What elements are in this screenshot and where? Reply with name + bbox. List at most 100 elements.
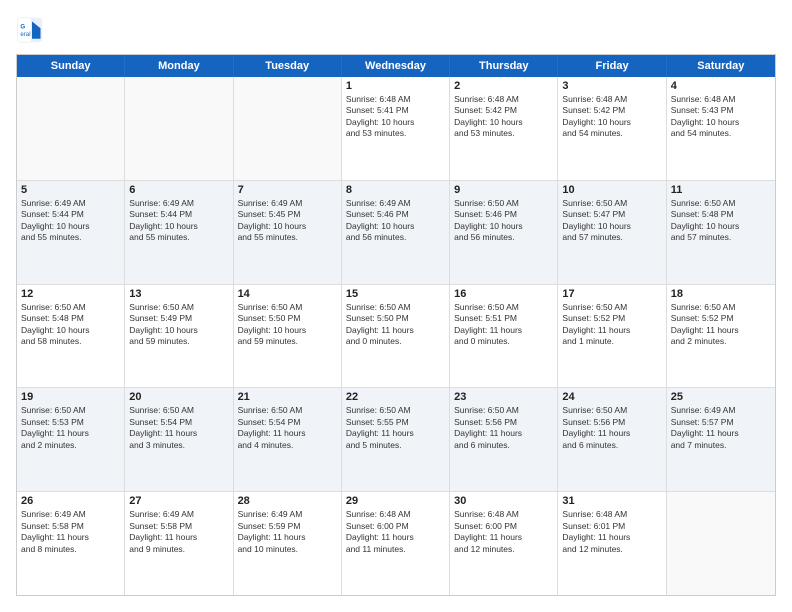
day-number: 8 xyxy=(346,184,445,196)
day-number: 25 xyxy=(671,391,771,403)
calendar-day-6: 6 Sunrise: 6:49 AM Sunset: 5:44 PM Daylig… xyxy=(125,181,233,284)
day-info: Sunrise: 6:50 AM Sunset: 5:56 PM Dayligh… xyxy=(562,405,661,451)
calendar-day-1: 1 Sunrise: 6:48 AM Sunset: 5:41 PM Daylig… xyxy=(342,77,450,180)
day-info: Sunrise: 6:50 AM Sunset: 5:52 PM Dayligh… xyxy=(562,302,661,348)
day-number: 28 xyxy=(238,495,337,507)
day-number: 16 xyxy=(454,288,553,300)
calendar-day-16: 16 Sunrise: 6:50 AM Sunset: 5:51 PM Dayli… xyxy=(450,285,558,388)
day-info: Sunrise: 6:50 AM Sunset: 5:49 PM Dayligh… xyxy=(129,302,228,348)
calendar-day-3: 3Sunrise: 6:48 AM Sunset: 5:42 PM Daylig… xyxy=(558,77,666,180)
svg-text:eral: eral xyxy=(20,31,30,38)
day-header-wednesday: Wednesday xyxy=(342,55,450,77)
day-number: 27 xyxy=(129,495,228,507)
day-number: 19 xyxy=(21,391,120,403)
day-info: Sunrise: 6:48 AM Sunset: 5:41 PM Dayligh… xyxy=(346,94,445,140)
day-info: Sunrise: 6:49 AM Sunset: 5:58 PM Dayligh… xyxy=(129,509,228,555)
day-number: 15 xyxy=(346,288,445,300)
day-number: 6 xyxy=(129,184,228,196)
day-number: 20 xyxy=(129,391,228,403)
day-number: 18 xyxy=(671,288,771,300)
calendar-row: 26 Sunrise: 6:49 AM Sunset: 5:58 PM Dayli… xyxy=(17,492,775,595)
day-number: 29 xyxy=(346,495,445,507)
day-number: 3 xyxy=(562,80,661,92)
day-info: Sunrise: 6:48 AM Sunset: 6:00 PM Dayligh… xyxy=(346,509,445,555)
day-number: 22 xyxy=(346,391,445,403)
day-info: Sunrise: 6:50 AM Sunset: 5:48 PM Dayligh… xyxy=(21,302,120,348)
logo: G eral xyxy=(16,16,48,44)
day-header-saturday: Saturday xyxy=(667,55,775,77)
day-info: Sunrise: 6:49 AM Sunset: 5:58 PM Dayligh… xyxy=(21,509,120,555)
day-header-tuesday: Tuesday xyxy=(234,55,342,77)
calendar-day-18: 18Sunrise: 6:50 AM Sunset: 5:52 PM Dayli… xyxy=(667,285,775,388)
day-info: Sunrise: 6:48 AM Sunset: 5:43 PM Dayligh… xyxy=(671,94,771,140)
day-number: 24 xyxy=(562,391,661,403)
day-number: 26 xyxy=(21,495,120,507)
day-info: Sunrise: 6:50 AM Sunset: 5:54 PM Dayligh… xyxy=(238,405,337,451)
day-info: Sunrise: 6:49 AM Sunset: 5:46 PM Dayligh… xyxy=(346,198,445,244)
calendar-day-30: 30 Sunrise: 6:48 AM Sunset: 6:00 PM Dayli… xyxy=(450,492,558,595)
day-header-sunday: Sunday xyxy=(17,55,125,77)
day-number: 1 xyxy=(346,80,445,92)
day-header-monday: Monday xyxy=(125,55,233,77)
calendar-day-26: 26 Sunrise: 6:49 AM Sunset: 5:58 PM Dayli… xyxy=(17,492,125,595)
logo-icon: G eral xyxy=(16,16,44,44)
calendar-day-14: 14Sunrise: 6:50 AM Sunset: 5:50 PM Dayli… xyxy=(234,285,342,388)
day-info: Sunrise: 6:49 AM Sunset: 5:45 PM Dayligh… xyxy=(238,198,337,244)
day-info: Sunrise: 6:49 AM Sunset: 5:59 PM Dayligh… xyxy=(238,509,337,555)
day-info: Sunrise: 6:50 AM Sunset: 5:50 PM Dayligh… xyxy=(238,302,337,348)
calendar-day-15: 15Sunrise: 6:50 AM Sunset: 5:50 PM Dayli… xyxy=(342,285,450,388)
day-number: 30 xyxy=(454,495,553,507)
calendar-day-25: 25 Sunrise: 6:49 AM Sunset: 5:57 PM Dayli… xyxy=(667,388,775,491)
day-info: Sunrise: 6:50 AM Sunset: 5:47 PM Dayligh… xyxy=(562,198,661,244)
day-number: 9 xyxy=(454,184,553,196)
day-number: 31 xyxy=(562,495,661,507)
calendar-day-24: 24 Sunrise: 6:50 AM Sunset: 5:56 PM Dayli… xyxy=(558,388,666,491)
day-info: Sunrise: 6:50 AM Sunset: 5:48 PM Dayligh… xyxy=(671,198,771,244)
day-info: Sunrise: 6:49 AM Sunset: 5:44 PM Dayligh… xyxy=(129,198,228,244)
day-number: 17 xyxy=(562,288,661,300)
calendar-row: 5 Sunrise: 6:49 AM Sunset: 5:44 PM Daylig… xyxy=(17,181,775,285)
day-number: 12 xyxy=(21,288,120,300)
calendar-body: 1 Sunrise: 6:48 AM Sunset: 5:41 PM Daylig… xyxy=(17,77,775,595)
calendar-day-2: 2 Sunrise: 6:48 AM Sunset: 5:42 PM Daylig… xyxy=(450,77,558,180)
day-info: Sunrise: 6:48 AM Sunset: 6:00 PM Dayligh… xyxy=(454,509,553,555)
calendar-day-13: 13Sunrise: 6:50 AM Sunset: 5:49 PM Dayli… xyxy=(125,285,233,388)
day-info: Sunrise: 6:50 AM Sunset: 5:46 PM Dayligh… xyxy=(454,198,553,244)
calendar-day-8: 8 Sunrise: 6:49 AM Sunset: 5:46 PM Daylig… xyxy=(342,181,450,284)
empty-cell xyxy=(234,77,342,180)
day-info: Sunrise: 6:50 AM Sunset: 5:54 PM Dayligh… xyxy=(129,405,228,451)
day-info: Sunrise: 6:49 AM Sunset: 5:57 PM Dayligh… xyxy=(671,405,771,451)
calendar-day-17: 17 Sunrise: 6:50 AM Sunset: 5:52 PM Dayli… xyxy=(558,285,666,388)
day-info: Sunrise: 6:50 AM Sunset: 5:56 PM Dayligh… xyxy=(454,405,553,451)
calendar-header: SundayMondayTuesdayWednesdayThursdayFrid… xyxy=(17,55,775,77)
empty-cell xyxy=(125,77,233,180)
day-number: 21 xyxy=(238,391,337,403)
page: G eral SundayMondayTuesdayWednesdayThurs… xyxy=(0,0,792,612)
day-number: 11 xyxy=(671,184,771,196)
calendar-day-21: 21 Sunrise: 6:50 AM Sunset: 5:54 PM Dayli… xyxy=(234,388,342,491)
day-info: Sunrise: 6:48 AM Sunset: 5:42 PM Dayligh… xyxy=(454,94,553,140)
day-number: 4 xyxy=(671,80,771,92)
day-number: 7 xyxy=(238,184,337,196)
calendar-day-23: 23 Sunrise: 6:50 AM Sunset: 5:56 PM Dayli… xyxy=(450,388,558,491)
calendar-day-22: 22 Sunrise: 6:50 AM Sunset: 5:55 PM Dayli… xyxy=(342,388,450,491)
calendar-day-28: 28 Sunrise: 6:49 AM Sunset: 5:59 PM Dayli… xyxy=(234,492,342,595)
calendar-row: 1 Sunrise: 6:48 AM Sunset: 5:41 PM Daylig… xyxy=(17,77,775,181)
day-number: 10 xyxy=(562,184,661,196)
day-number: 5 xyxy=(21,184,120,196)
calendar-day-11: 11 Sunrise: 6:50 AM Sunset: 5:48 PM Dayli… xyxy=(667,181,775,284)
day-number: 23 xyxy=(454,391,553,403)
empty-cell xyxy=(17,77,125,180)
header: G eral xyxy=(16,16,776,44)
day-info: Sunrise: 6:50 AM Sunset: 5:55 PM Dayligh… xyxy=(346,405,445,451)
calendar-row: 19Sunrise: 6:50 AM Sunset: 5:53 PM Dayli… xyxy=(17,388,775,492)
calendar-day-4: 4 Sunrise: 6:48 AM Sunset: 5:43 PM Daylig… xyxy=(667,77,775,180)
calendar-day-10: 10 Sunrise: 6:50 AM Sunset: 5:47 PM Dayli… xyxy=(558,181,666,284)
calendar-day-31: 31Sunrise: 6:48 AM Sunset: 6:01 PM Dayli… xyxy=(558,492,666,595)
calendar-day-29: 29 Sunrise: 6:48 AM Sunset: 6:00 PM Dayli… xyxy=(342,492,450,595)
day-info: Sunrise: 6:50 AM Sunset: 5:51 PM Dayligh… xyxy=(454,302,553,348)
day-number: 2 xyxy=(454,80,553,92)
day-header-thursday: Thursday xyxy=(450,55,558,77)
calendar-day-12: 12 Sunrise: 6:50 AM Sunset: 5:48 PM Dayli… xyxy=(17,285,125,388)
calendar-day-9: 9 Sunrise: 6:50 AM Sunset: 5:46 PM Daylig… xyxy=(450,181,558,284)
